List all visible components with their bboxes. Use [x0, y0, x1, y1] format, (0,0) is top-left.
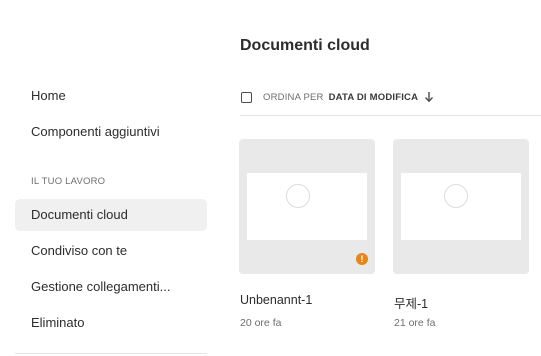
document-preview: [247, 173, 367, 240]
document-name[interactable]: Unbenannt-1: [240, 293, 312, 307]
sidebar-item-addons[interactable]: Componenti aggiuntivi: [15, 116, 207, 148]
sort-prefix-label: ORDINA PER: [263, 91, 324, 103]
sidebar-item-shared-with-you[interactable]: Condiviso con te: [15, 235, 207, 267]
page-title: Documenti cloud: [240, 37, 370, 54]
sidebar: Home Componenti aggiuntivi IL TUO LAVORO…: [0, 0, 215, 356]
document-name[interactable]: 무제-1: [394, 293, 428, 312]
document-card-thumbnail[interactable]: [393, 139, 529, 274]
warning-icon: !: [356, 253, 368, 265]
document-modified-time: 21 ore fa: [394, 317, 436, 329]
header-divider: [240, 115, 541, 116]
sidebar-item-deleted[interactable]: Eliminato: [15, 307, 207, 339]
sidebar-divider: [15, 353, 207, 354]
sidebar-item-cloud-documents[interactable]: Documenti cloud: [15, 199, 207, 231]
document-modified-time: 20 ore fa: [240, 317, 282, 329]
document-preview: [401, 173, 521, 240]
section-label-your-work: IL TUO LAVORO: [31, 176, 106, 187]
placeholder-circle-icon: [286, 184, 310, 208]
sidebar-item-link-management[interactable]: Gestione collegamenti...: [15, 271, 207, 303]
sort-field-button[interactable]: DATA DI MODIFICA: [329, 92, 419, 103]
arrow-down-icon[interactable]: [424, 91, 434, 103]
sidebar-item-home[interactable]: Home: [15, 80, 207, 112]
select-all-checkbox[interactable]: [241, 91, 252, 103]
placeholder-circle-icon: [444, 184, 468, 208]
sort-bar: ORDINA PER DATA DI MODIFICA: [241, 89, 434, 105]
document-card-thumbnail[interactable]: !: [239, 139, 375, 274]
